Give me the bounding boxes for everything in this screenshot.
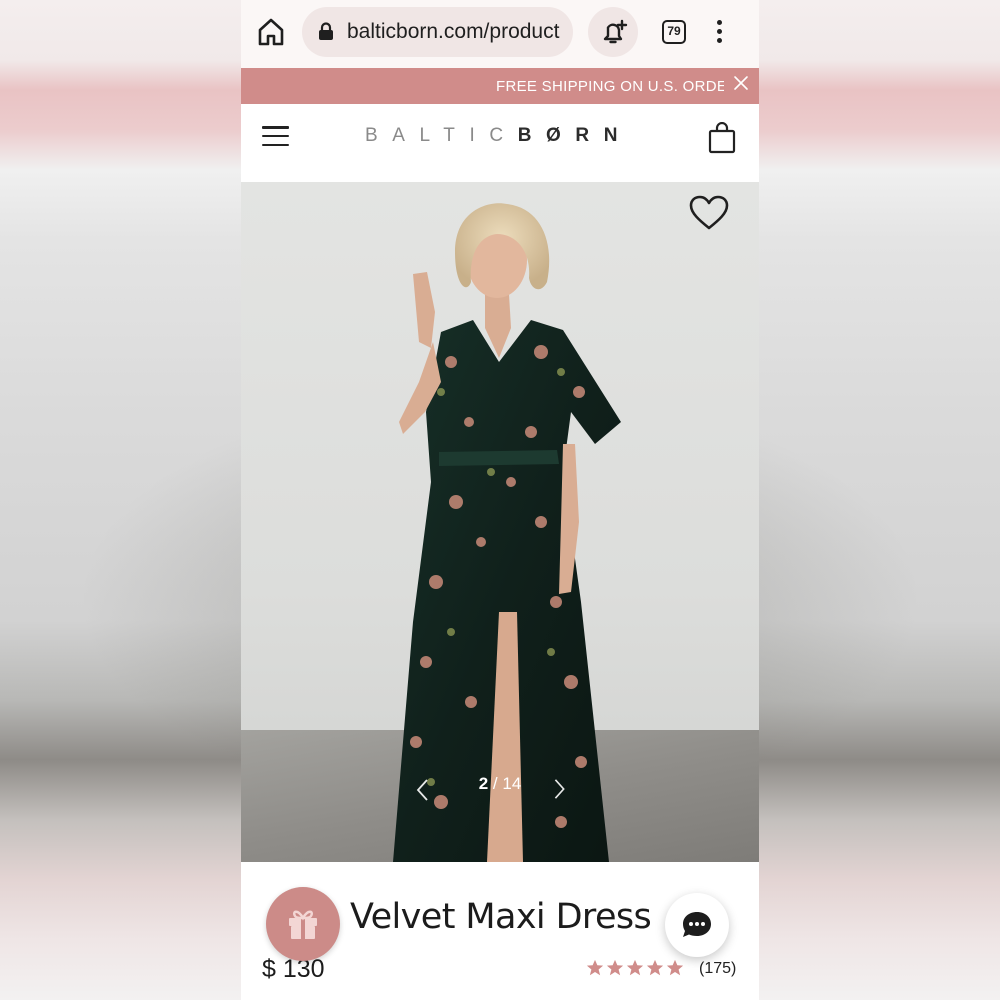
more-vert-icon[interactable] [715, 20, 723, 46]
notification-add-button[interactable] [588, 7, 638, 57]
review-count[interactable]: (175) [699, 960, 736, 978]
lock-icon [319, 22, 333, 40]
image-total: 14 [502, 774, 522, 793]
image-current: 2 [478, 774, 489, 793]
star-icon [606, 959, 624, 976]
chat-widget-button[interactable] [665, 893, 729, 957]
chevron-left-icon[interactable] [415, 778, 429, 802]
site-header: BALTICBØRN [241, 104, 759, 182]
promo-text: FREE SHIPPING ON U.S. ORDERS [496, 78, 724, 95]
star-icon [586, 959, 604, 976]
shopping-bag-icon[interactable] [708, 121, 736, 154]
star-icon [666, 959, 684, 976]
close-icon[interactable] [733, 75, 749, 91]
url-text: balticborn.com/product [347, 20, 560, 43]
mobile-browser-viewport: balticborn.com/product 79 FREE SHIPPING … [241, 0, 759, 1000]
address-bar[interactable]: balticborn.com/product [302, 7, 573, 57]
notification-add-icon [603, 19, 628, 44]
logo-light-part: BALTIC [365, 125, 518, 146]
chevron-right-icon[interactable] [553, 778, 567, 800]
logo-dark-part: BØRN [517, 125, 633, 146]
product-image[interactable]: 2 / 14 [241, 182, 759, 862]
home-icon[interactable] [257, 17, 285, 47]
heart-icon[interactable] [689, 195, 729, 231]
brand-logo[interactable]: BALTICBØRN [365, 125, 635, 153]
star-icon [626, 959, 644, 976]
star-icon [646, 959, 664, 976]
hamburger-menu-icon[interactable] [262, 126, 289, 148]
image-counter: 2 / 14 [441, 774, 559, 798]
gift-icon [289, 910, 317, 939]
chat-bubble-icon [683, 912, 711, 937]
image-separator: / [492, 774, 498, 793]
tabs-icon[interactable]: 79 [662, 20, 686, 44]
rating-stars[interactable] [586, 959, 686, 979]
model-photo [393, 203, 621, 862]
browser-toolbar: balticborn.com/product 79 [241, 0, 759, 68]
promo-banner: FREE SHIPPING ON U.S. ORDERS [241, 68, 759, 104]
rewards-gift-button[interactable] [266, 887, 340, 961]
